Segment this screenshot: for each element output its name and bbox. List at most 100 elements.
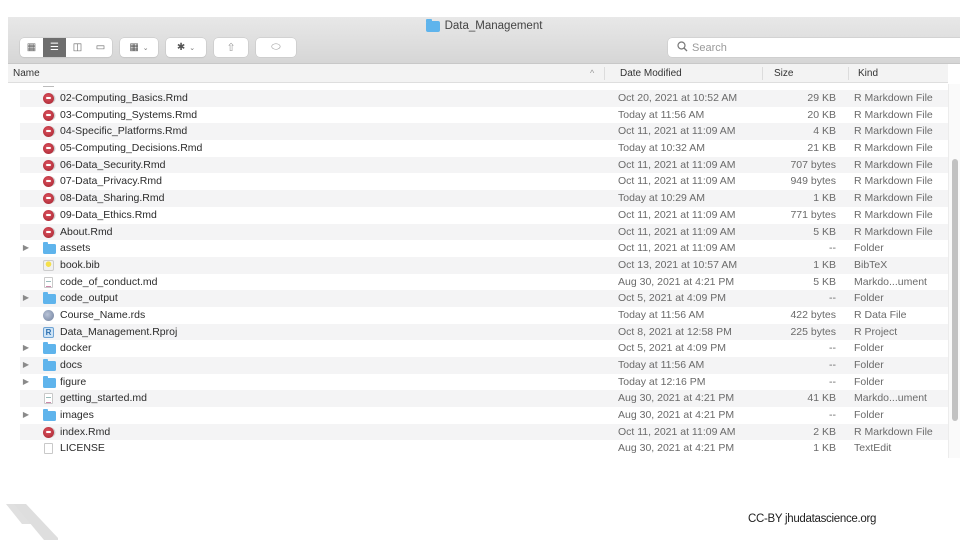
column-header-name[interactable]: Name <box>13 64 40 83</box>
disclosure-triangle-icon[interactable]: ▶ <box>20 290 32 307</box>
file-row[interactable]: 04-Specific_Platforms.Rmd Oct 11, 2021 at… <box>20 123 948 141</box>
r-project-icon: R <box>43 326 54 338</box>
file-name: code_of_conduct.md <box>60 275 158 288</box>
file-row[interactable]: book.bib Oct 13, 2021 at 10:57 AM 1 KB BibT… <box>20 256 948 274</box>
disclosure-triangle-icon[interactable]: ▶ <box>20 240 32 257</box>
vertical-scrollbar[interactable] <box>948 84 960 458</box>
file-date-modified: Aug 30, 2021 at 4:21 PM <box>618 442 735 455</box>
group-by-dropdown[interactable]: ▦ ⌄ <box>120 38 158 57</box>
file-name: getting_started.md <box>60 392 147 405</box>
folder-icon <box>43 359 56 371</box>
r-markdown-file-icon <box>43 209 54 221</box>
folder-icon <box>43 409 56 422</box>
column-divider[interactable] <box>762 67 763 80</box>
file-size: -- <box>829 342 836 355</box>
file-row[interactable]: ▶ docker Oct 5, 2021 at 4:09 PM -- Folder <box>20 340 948 357</box>
file-date-modified: Aug 30, 2021 at 4:21 PM <box>618 392 735 405</box>
r-markdown-file-icon <box>43 126 54 138</box>
markdown-file-icon <box>44 393 53 405</box>
file-name: 04-Specific_Platforms.Rmd <box>60 125 188 138</box>
r-data-file-icon <box>43 309 54 321</box>
disclosure-triangle-icon[interactable]: ▶ <box>20 340 32 357</box>
share-icon: ⇧ <box>226 42 236 54</box>
list-icon: ☰ <box>50 42 59 53</box>
column-header-date-modified[interactable]: Date Modified <box>620 64 682 83</box>
file-size: -- <box>829 375 836 388</box>
file-row[interactable]: ▶ docs Today at 11:56 AM -- Folder <box>20 357 948 374</box>
file-kind: R Markdown File <box>854 108 933 121</box>
column-header-size[interactable]: Size <box>774 64 793 83</box>
scrollbar-thumb[interactable] <box>952 158 958 421</box>
file-name: 08-Data_Sharing.Rmd <box>60 192 165 205</box>
file-row[interactable]: ▶ assets Oct 11, 2021 at 11:09 AM -- Folder <box>20 240 948 257</box>
file-size: -- <box>829 292 836 305</box>
r-markdown-file-icon <box>43 176 54 188</box>
search-input[interactable] <box>692 41 892 54</box>
file-date-modified: Oct 11, 2021 at 11:09 AM <box>618 125 736 138</box>
file-row[interactable]: 06-Data_Security.Rmd Oct 11, 2021 at 11:0… <box>20 156 948 174</box>
disclosure-triangle-icon[interactable]: ▶ <box>20 374 32 391</box>
column-view-button[interactable]: ◫ <box>66 38 89 57</box>
file-row[interactable]: ▶ images Aug 30, 2021 at 4:21 PM -- Folder <box>20 407 948 424</box>
file-row[interactable]: 09-Data_Ethics.Rmd Oct 11, 2021 at 11:09 … <box>20 207 948 224</box>
file-name: 02-Computing_Basics.Rmd <box>60 92 188 104</box>
file-row[interactable]: R Data_Management.Rproj Oct 8, 2021 at 12:… <box>20 323 948 341</box>
column-divider[interactable] <box>848 67 849 80</box>
file-date-modified: Oct 11, 2021 at 11:09 AM <box>618 225 736 238</box>
file-row[interactable]: About.Rmd Oct 11, 2021 at 11:09 AM 5 KB R M… <box>20 223 948 241</box>
file-size: 2 KB <box>813 425 836 438</box>
finder-window: Data_Management ▦ ☰ ◫ ▭ ▦ ⌄ ✱ ⌄ ⇧ ⬭ Sear… <box>8 17 960 458</box>
file-row[interactable]: 05-Computing_Decisions.Rmd Today at 10:32… <box>20 140 948 157</box>
file-date-modified: Today at 10:32 AM <box>618 142 705 155</box>
column-header-kind[interactable]: Kind <box>858 64 878 83</box>
file-date-modified: Today at 10:29 AM <box>618 192 705 205</box>
file-row[interactable]: LICENSE Aug 30, 2021 at 4:21 PM 1 KB TextEd… <box>20 440 948 457</box>
file-kind: Folder <box>854 359 884 371</box>
file-row[interactable]: 07-Data_Privacy.Rmd Oct 11, 2021 at 11:09… <box>20 173 948 190</box>
jhu-logo-icon <box>6 504 58 540</box>
file-kind: Folder <box>854 242 884 255</box>
file-row[interactable]: ▶ figure Today at 12:16 PM -- Folder <box>20 374 948 391</box>
file-kind: R Markdown File <box>854 225 933 238</box>
file-name: images <box>60 409 94 422</box>
file-date-modified: Oct 11, 2021 at 11:09 AM <box>618 208 736 221</box>
search-field[interactable] <box>668 38 960 57</box>
disclosure-triangle-icon[interactable]: ▶ <box>20 407 32 424</box>
file-kind: TextEdit <box>854 442 892 455</box>
rproj-glyph: R <box>45 327 52 337</box>
r-markdown-file-icon <box>43 159 54 171</box>
disclosure-triangle-icon[interactable]: ▶ <box>20 357 32 374</box>
r-markdown-file-icon <box>43 193 54 205</box>
list-view-button[interactable]: ☰ <box>43 38 66 57</box>
file-size: 1 KB <box>813 192 836 205</box>
folder-icon <box>43 242 56 255</box>
file-name: LICENSE <box>60 442 105 455</box>
tag-icon: ⬭ <box>271 41 281 53</box>
file-row[interactable]: getting_started.md Aug 30, 2021 at 4:21 P… <box>20 390 948 408</box>
file-size: 707 bytes <box>790 158 836 171</box>
file-row[interactable]: index.Rmd Oct 11, 2021 at 11:09 AM 2 KB R M… <box>20 423 948 441</box>
file-kind: Folder <box>854 409 884 422</box>
file-size: 41 KB <box>807 392 836 405</box>
share-button[interactable]: ⇧ <box>214 38 248 57</box>
action-dropdown[interactable]: ✱ ⌄ <box>166 38 206 57</box>
gallery-view-button[interactable]: ▭ <box>89 38 112 57</box>
tag-button[interactable]: ⬭ <box>256 38 296 57</box>
file-size: 1 KB <box>813 258 836 271</box>
file-row[interactable]: 03-Computing_Systems.Rmd Today at 11:56 A… <box>20 107 948 124</box>
file-size: 5 KB <box>813 225 836 238</box>
file-row[interactable]: ▶ code_output Oct 5, 2021 at 4:09 PM -- Fold… <box>20 290 948 307</box>
folder-icon <box>425 18 440 32</box>
file-row[interactable]: code_of_conduct.md Aug 30, 2021 at 4:21 P… <box>20 274 948 291</box>
column-divider[interactable] <box>604 67 605 80</box>
gallery-icon: ▭ <box>95 42 106 53</box>
file-row[interactable]: 08-Data_Sharing.Rmd Today at 10:29 AM 1 KB… <box>20 190 948 207</box>
chevron-down-icon: ⌄ <box>142 44 149 52</box>
icon-view-button[interactable]: ▦ <box>20 38 43 57</box>
file-size: -- <box>829 242 836 255</box>
folder-icon <box>43 292 56 305</box>
file-row[interactable]: Course_Name.rds Today at 11:56 AM 422 byte… <box>20 307 948 324</box>
file-size: 422 bytes <box>790 308 836 321</box>
folder-icon <box>43 375 56 388</box>
file-row[interactable]: 02-Computing_Basics.Rmd Oct 20, 2021 at 1… <box>20 90 948 107</box>
